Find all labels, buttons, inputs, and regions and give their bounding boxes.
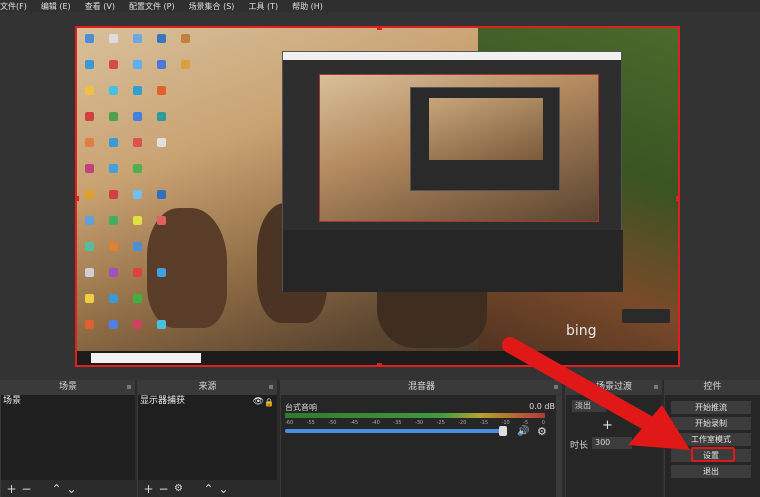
speaker-icon[interactable]: 🔊 xyxy=(517,426,529,437)
meter-ticks: -60 -55 -50 -45 -40 -35 -30 -25 -20 -15 … xyxy=(285,420,545,426)
controls-header: 控件 xyxy=(665,380,760,395)
controls-dock: 控件 开始推流 开始录制 工作室模式 设置 退出 xyxy=(664,380,760,497)
desktop-icons xyxy=(81,30,191,340)
sources-list: 显示器捕获 👁 🔒 xyxy=(138,395,277,480)
tick-label: -35 xyxy=(393,420,402,426)
eye-icon[interactable]: 👁 xyxy=(253,396,264,409)
bing-watermark: bing xyxy=(566,323,597,339)
exit-button[interactable]: 退出 xyxy=(671,465,751,478)
mixer-dock: 混音器 台式音响 0.0 dB -60 -55 -50 -45 -40 -35 … xyxy=(280,380,562,497)
menu-bar: 文件(F) 编辑 (E) 查看 (V) 配置文件 (P) 场景集合 (S) 工具… xyxy=(0,0,760,12)
nested-title-bar xyxy=(283,52,621,60)
resize-handle-top[interactable] xyxy=(377,28,382,30)
mixer-scrollbar[interactable] xyxy=(556,395,562,497)
transition-select[interactable]: 淡出 xyxy=(572,400,606,412)
sources-dock: 来源 显示器捕获 👁 🔒 + − ⚙ ⌃ ⌄ xyxy=(137,380,277,497)
resize-handle-right[interactable] xyxy=(676,196,678,201)
transitions-title: 场景过渡 xyxy=(595,382,632,392)
menu-help[interactable]: 帮助 (H) xyxy=(292,1,323,12)
scenes-list: 场景 xyxy=(1,395,135,480)
dock-pin-icon[interactable] xyxy=(654,385,658,389)
preview-area: bing xyxy=(0,12,760,380)
mixer-body: 台式音响 0.0 dB -60 -55 -50 -45 -40 -35 -30 … xyxy=(281,395,562,497)
dock-pin-icon[interactable] xyxy=(127,385,131,389)
dock-pin-icon[interactable] xyxy=(269,385,273,389)
tick-label: -40 xyxy=(371,420,380,426)
mixer-title: 混音器 xyxy=(407,382,435,392)
remove-icon[interactable]: − xyxy=(156,483,171,495)
menu-file[interactable]: 文件(F) xyxy=(0,1,27,12)
scenes-header: 场景 xyxy=(1,380,135,395)
preview-canvas[interactable]: bing xyxy=(75,26,680,367)
add-transition-icon[interactable]: + xyxy=(602,418,613,433)
track-volume-value: 0.0 dB xyxy=(529,402,555,411)
menu-view[interactable]: 查看 (V) xyxy=(85,1,115,12)
taskbar-search xyxy=(91,353,201,363)
volume-meter xyxy=(285,413,545,418)
sources-title: 来源 xyxy=(198,382,217,392)
duration-label: 时长 xyxy=(570,441,589,451)
menu-tools[interactable]: 工具 (T) xyxy=(248,1,278,12)
add-icon[interactable]: + xyxy=(141,483,156,495)
start-streaming-button[interactable]: 开始推流 xyxy=(671,401,751,414)
nested-docks xyxy=(283,230,623,292)
gear-icon[interactable]: ⚙ xyxy=(171,483,186,495)
transitions-header: 场景过渡 xyxy=(566,380,662,395)
move-down-icon[interactable]: ⌄ xyxy=(64,483,79,495)
duration-input[interactable]: 300 xyxy=(592,437,632,449)
move-down-icon[interactable]: ⌄ xyxy=(216,483,231,495)
move-up-icon[interactable]: ⌃ xyxy=(49,483,64,495)
move-up-icon[interactable]: ⌃ xyxy=(201,483,216,495)
tick-label: -20 xyxy=(458,420,467,426)
volume-fader[interactable] xyxy=(285,429,505,433)
source-item[interactable]: 显示器捕获 👁 🔒 xyxy=(138,395,277,408)
studio-mode-button[interactable]: 工作室模式 xyxy=(671,433,751,446)
resize-handle-bottom[interactable] xyxy=(377,363,382,365)
dock-pin-icon[interactable] xyxy=(554,385,558,389)
settings-highlight-box xyxy=(691,447,735,462)
menu-scene-collection[interactable]: 场景集合 (S) xyxy=(189,1,235,12)
transitions-dock: 场景过渡 淡出 + 时长 300 xyxy=(565,380,662,497)
scenes-toolbar: + − ⌃ ⌄ xyxy=(1,480,135,497)
start-recording-button[interactable]: 开始录制 xyxy=(671,417,751,430)
nested-preview xyxy=(319,74,599,222)
nested-obs-window-inner xyxy=(410,87,560,191)
resize-handle-left[interactable] xyxy=(77,196,79,201)
controls-title: 控件 xyxy=(703,382,722,392)
track-name: 台式音响 xyxy=(285,403,317,412)
tick-label: -25 xyxy=(436,420,445,426)
lock-icon[interactable]: 🔒 xyxy=(264,396,274,409)
sources-toolbar: + − ⚙ ⌃ ⌄ xyxy=(138,480,277,497)
nested-obs-window xyxy=(282,51,623,292)
tick-label: -55 xyxy=(306,420,315,426)
menu-profile[interactable]: 配置文件 (P) xyxy=(129,1,175,12)
mixer-header: 混音器 xyxy=(281,380,562,395)
scene-item-label: 场景 xyxy=(3,396,22,406)
tick-label: -50 xyxy=(328,420,337,426)
remove-icon[interactable]: − xyxy=(19,483,34,495)
menu-edit[interactable]: 编辑 (E) xyxy=(41,1,71,12)
tick-label: -15 xyxy=(479,420,489,426)
volume-fader-knob[interactable] xyxy=(499,426,507,436)
add-icon[interactable]: + xyxy=(4,483,19,495)
tick-label: -60 xyxy=(285,420,294,426)
sources-header: 来源 xyxy=(138,380,277,395)
tick-label: -30 xyxy=(414,420,424,426)
nested-preview-inner xyxy=(429,98,543,160)
scenes-title: 场景 xyxy=(58,382,77,392)
source-item-label: 显示器捕获 xyxy=(140,396,186,406)
mixer-track: 台式音响 0.0 dB -60 -55 -50 -45 -40 -35 -30 … xyxy=(285,402,555,438)
dock-area: 场景 场景 + − ⌃ ⌄ 来源 显示器捕获 👁 🔒 + − ⚙ ⌃ ⌄ 混音器… xyxy=(0,380,760,497)
mini-overlay-controls xyxy=(622,309,670,323)
gear-icon[interactable]: ⚙ xyxy=(537,425,547,438)
tick-label: -45 xyxy=(349,420,359,426)
scenes-dock: 场景 场景 + − ⌃ ⌄ xyxy=(0,380,135,497)
scene-item[interactable]: 场景 xyxy=(1,395,135,408)
